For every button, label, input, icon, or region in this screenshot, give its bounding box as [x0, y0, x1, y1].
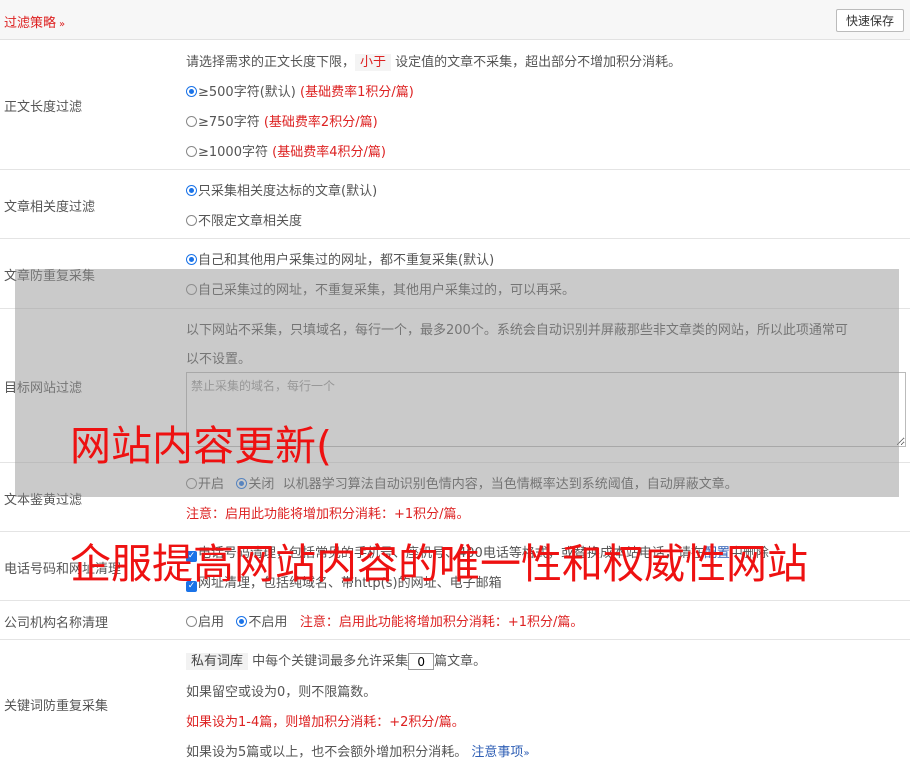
company-warning: 注意：启用此功能将增加积分消耗：+1积分/篇。: [299, 615, 584, 630]
company-on[interactable]: 启用: [198, 615, 224, 630]
config-link[interactable]: 配置: [704, 546, 730, 561]
chevron-down-icon: »: [59, 19, 66, 30]
relevance-option-required[interactable]: 只采集相关度达标的文章(默认): [186, 180, 377, 199]
length-filter-desc: 请选择需求的正文长度下限， 小于 设定值的文章不采集，超出部分不增加积分消耗。: [186, 54, 682, 71]
porn-filter-options: 开启 关闭 以机器学习算法自动识别色情内容，当色情概率达到系统阈值，自动屏蔽文章…: [186, 473, 738, 492]
radio-checked-icon[interactable]: [236, 616, 248, 627]
notes-link[interactable]: 注意事项»: [471, 745, 529, 760]
porn-filter-label: 文本鉴黄过滤: [4, 493, 83, 508]
length-option-500[interactable]: ≥500字符(默认) (基础费率1积分/篇): [186, 81, 414, 100]
chevron-down-icon: »: [523, 748, 530, 759]
length-filter-label: 正文长度过滤: [4, 100, 83, 115]
section-title-text: 过滤策略: [4, 16, 57, 31]
private-wordlist-tag[interactable]: 私有词库: [186, 653, 249, 670]
relevance-label: 文章相关度过滤: [4, 200, 96, 215]
radio-unchecked-icon[interactable]: [186, 116, 197, 127]
radio-unchecked-icon[interactable]: [186, 146, 197, 157]
porn-filter-off[interactable]: 关闭: [248, 477, 274, 492]
phone-url-row: 电话号码和网址清理 ✓ 电话号码清理，包括常见的手机号、座机号、400电话等格式，…: [0, 532, 910, 601]
relevance-option-any[interactable]: 不限定文章相关度: [186, 210, 302, 229]
radio-unchecked-icon[interactable]: [186, 616, 197, 627]
keyword-note-free: 如果设为5篇或以上，也不会额外增加积分消耗。 注意事项»: [186, 745, 530, 760]
site-filter-desc-line1: 以下网站不采集，只填域名，每行一个，最多200个。系统会自动识别并屏蔽那些非文章…: [186, 323, 848, 338]
relevance-row: 文章相关度过滤 只采集相关度达标的文章(默认) 不限定文章相关度: [0, 170, 910, 239]
keyword-dedupe-row: 关键词防重复采集 私有词库 中每个关键词最多允许采集篇文章。 如果留空或设为0，…: [0, 640, 910, 768]
site-filter-label: 目标网站过滤: [4, 381, 83, 396]
company-options: 启用 不启用 注意：启用此功能将增加积分消耗：+1积分/篇。: [186, 611, 583, 630]
dedupe-row: 文章防重复采集 自己和其他用户采集过的网址，都不重复采集(默认) 自己采集过的网…: [0, 239, 910, 309]
length-option-750[interactable]: ≥750字符 (基础费率2积分/篇): [186, 111, 378, 130]
radio-unchecked-icon[interactable]: [186, 284, 197, 295]
dedupe-label: 文章防重复采集: [4, 269, 96, 284]
less-than-tag: 小于: [355, 54, 392, 71]
company-label: 公司机构名称清理: [4, 616, 109, 631]
section-title[interactable]: 过滤策略»: [4, 12, 65, 31]
checkbox-checked-icon[interactable]: ✓: [186, 551, 197, 562]
radio-checked-icon[interactable]: [236, 478, 248, 489]
length-filter-row: 正文长度过滤 请选择需求的正文长度下限， 小于 设定值的文章不采集，超出部分不增加…: [0, 40, 910, 170]
quick-save-button[interactable]: 快速保存: [836, 9, 904, 32]
dedupe-option-self[interactable]: 自己采集过的网址，不重复采集，其他用户采集过的，可以再采。: [186, 279, 575, 298]
keyword-limit-line: 私有词库 中每个关键词最多允许采集篇文章。: [186, 650, 486, 670]
keyword-dedupe-label: 关键词防重复采集: [4, 699, 109, 714]
url-clean-option[interactable]: ✓ 网址清理，包括纯域名、带http(s)的网址、电子邮箱: [186, 572, 502, 592]
filter-strategy-header: 过滤策略» 快速保存: [0, 0, 910, 40]
radio-checked-icon[interactable]: [186, 254, 197, 265]
blocked-domains-textarea[interactable]: [186, 372, 906, 447]
radio-unchecked-icon[interactable]: [186, 215, 197, 226]
keyword-note-cost: 如果设为1-4篇，则增加积分消耗：+2积分/篇。: [186, 715, 465, 730]
radio-checked-icon[interactable]: [186, 185, 197, 196]
phone-url-label: 电话号码和网址清理: [4, 562, 122, 577]
length-option-1000[interactable]: ≥1000字符 (基础费率4积分/篇): [186, 141, 386, 160]
company-row: 公司机构名称清理 启用 不启用 注意：启用此功能将增加积分消耗：+1积分/篇。: [0, 601, 910, 640]
porn-filter-row: 文本鉴黄过滤 开启 关闭 以机器学习算法自动识别色情内容，当色情概率达到系统阈值…: [0, 463, 910, 532]
checkbox-checked-icon[interactable]: ✓: [186, 581, 197, 592]
radio-unchecked-icon[interactable]: [186, 478, 197, 489]
keyword-note-unlimited: 如果留空或设为0，则不限篇数。: [186, 685, 377, 700]
radio-checked-icon[interactable]: [186, 86, 197, 97]
dedupe-option-all[interactable]: 自己和其他用户采集过的网址，都不重复采集(默认): [186, 249, 494, 268]
porn-filter-on[interactable]: 开启: [198, 477, 224, 492]
company-off[interactable]: 不启用: [248, 615, 287, 630]
max-articles-input[interactable]: [408, 653, 435, 670]
site-filter-desc-line2: 以不设置。: [186, 352, 252, 367]
phone-clean-option[interactable]: ✓ 电话号码清理，包括常见的手机号、座机号、400电话等格式，或替换成本站电话，请…: [186, 542, 769, 562]
porn-filter-warning: 注意：启用此功能将增加积分消耗：+1积分/篇。: [186, 507, 470, 522]
